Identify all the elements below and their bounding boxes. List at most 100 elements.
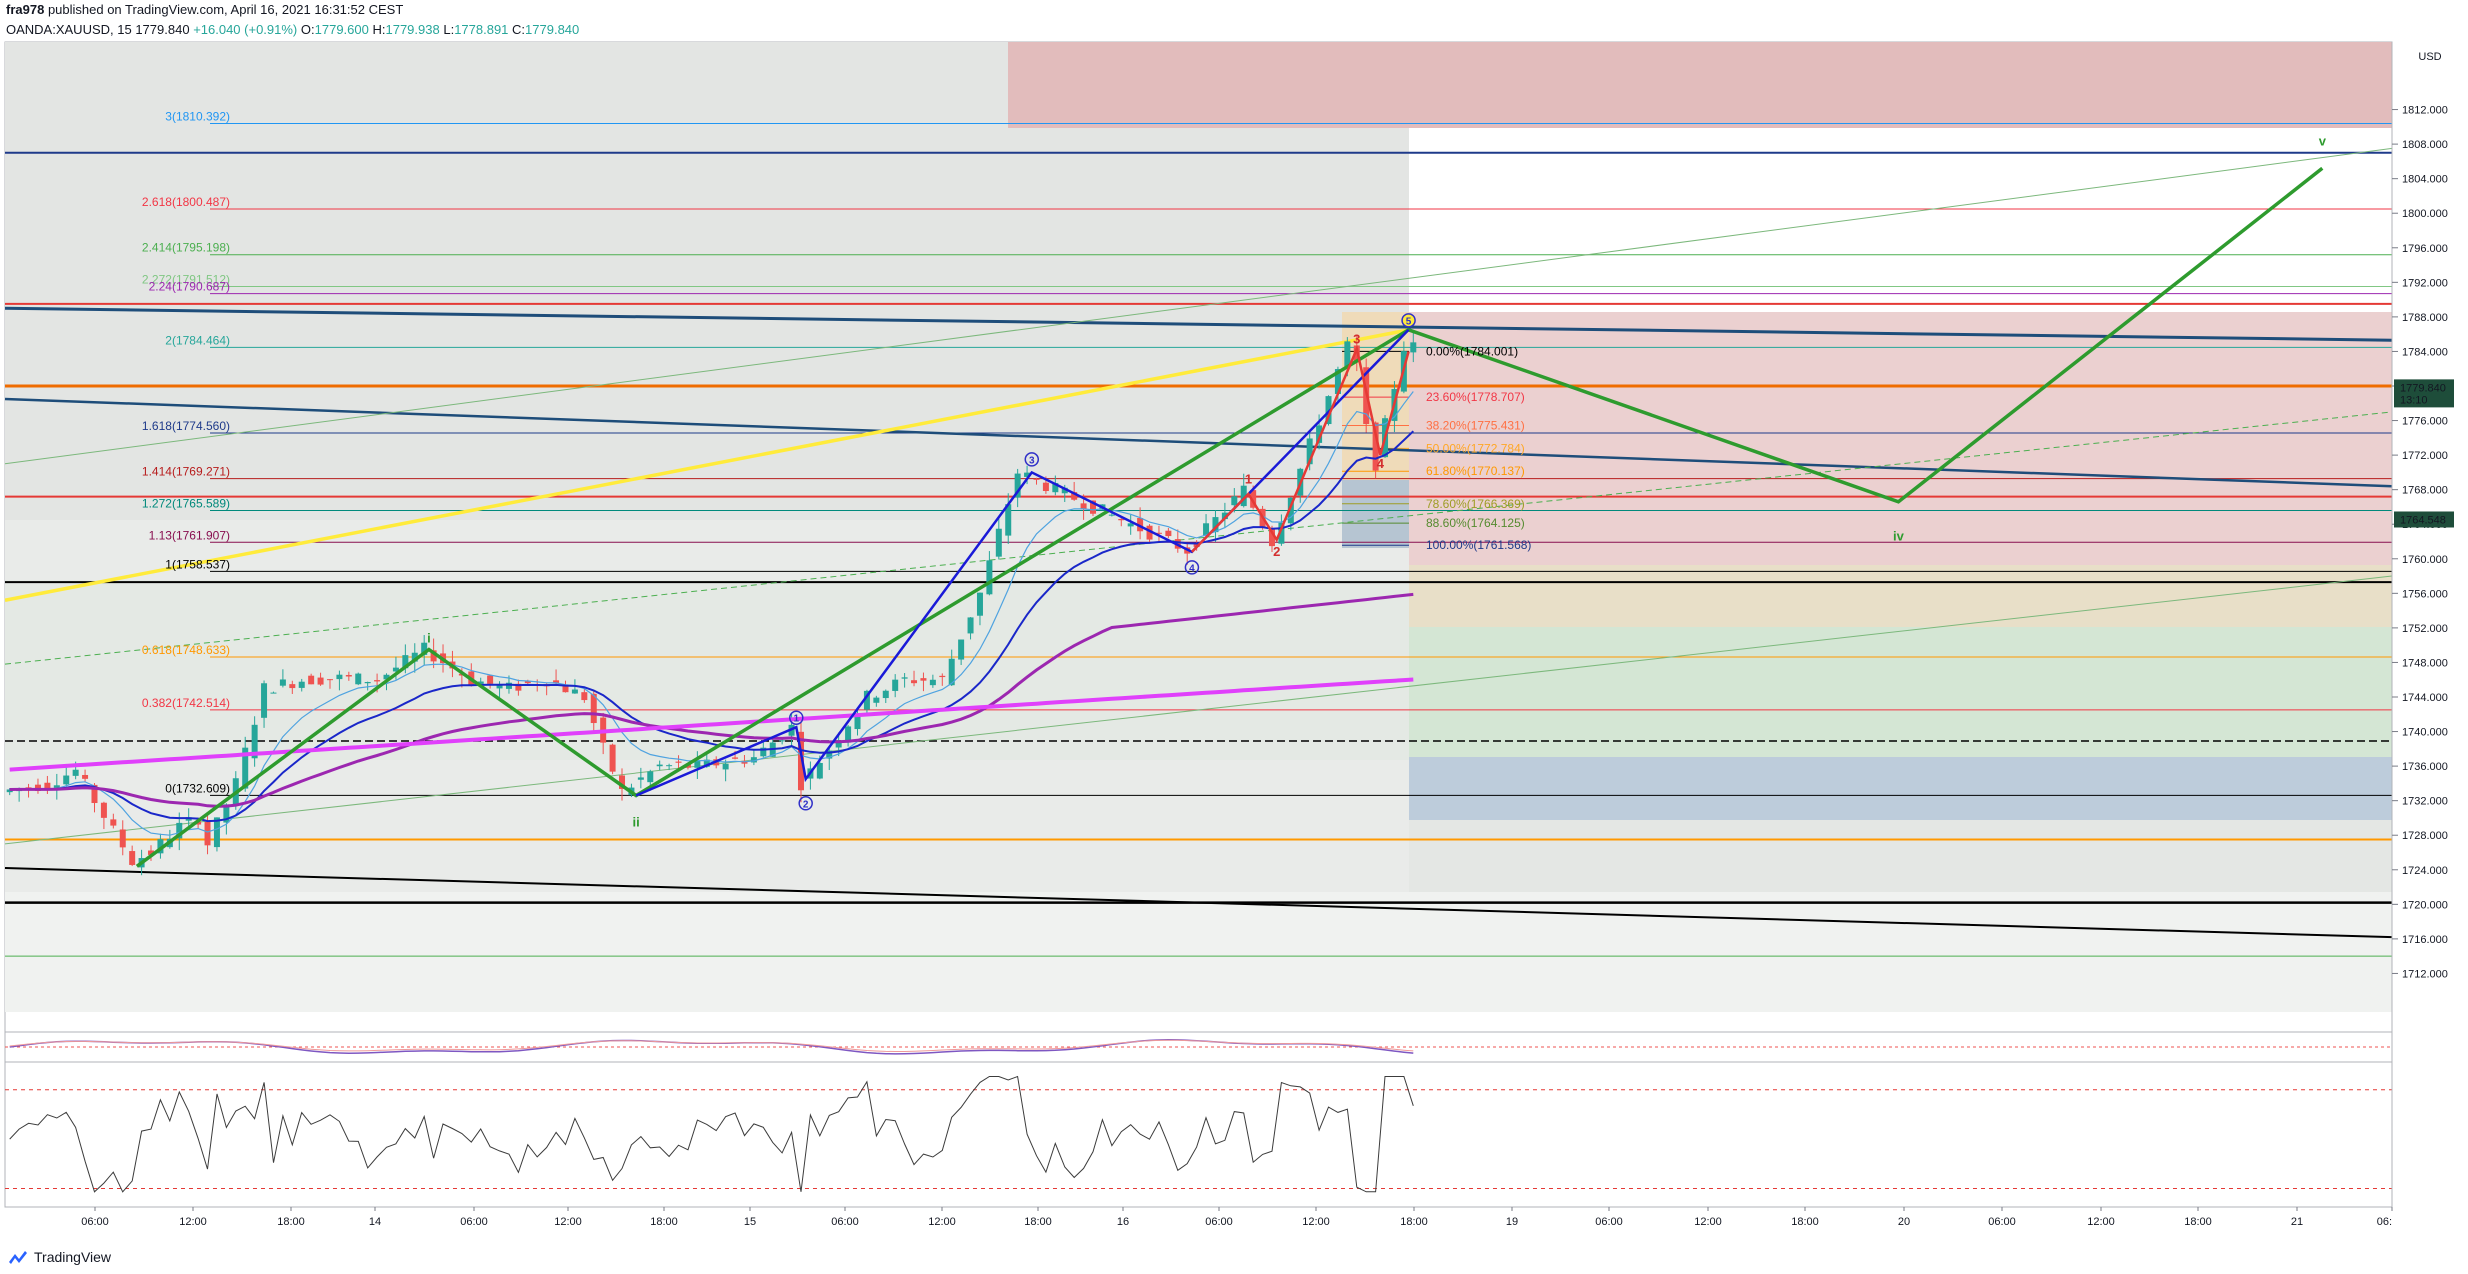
price-chart[interactable]: 3(1810.392) 2.618(1800.487) 2.414(1795.198… [0, 40, 2468, 1240]
candle-body-31 [298, 681, 305, 688]
x-tick-label-11: 16 [1117, 1216, 1129, 1228]
x-tick-label-1: 12:00 [179, 1216, 207, 1228]
candle-body-4 [44, 782, 51, 789]
high-label: H: [372, 22, 386, 37]
candle-body-82 [779, 740, 786, 742]
green-profit-zone [1409, 627, 2392, 757]
y-tick-label-25: 1712.000 [2402, 968, 2448, 980]
low-label: L: [443, 22, 455, 37]
candle-body-32 [308, 675, 315, 685]
close-value: 1779.840 [525, 22, 580, 37]
extension-label-1: 2.618(1800.487) [142, 195, 230, 209]
candle-body-92 [873, 697, 880, 703]
candle-body-149 [1410, 342, 1417, 353]
x-tick-label-23: 21 [2291, 1216, 2303, 1228]
candle-body-27 [261, 683, 268, 718]
footer: TradingView [0, 1240, 2468, 1274]
candle-body-64 [609, 744, 616, 772]
y-tick-label-3: 1800.000 [2402, 208, 2448, 220]
candle-body-76 [722, 763, 729, 770]
y-tick-label-2: 1804.000 [2402, 174, 2448, 186]
chart-header: fra978 published on TradingView.com, Apr… [0, 0, 2468, 40]
extension-label-12: 0.382(1742.514) [142, 696, 230, 710]
retracement-label-5: 78.60%(1766.369) [1426, 497, 1525, 511]
y-tick-label-5: 1792.000 [2402, 277, 2448, 289]
candle-body-101 [958, 639, 965, 660]
candle-body-77 [732, 757, 739, 759]
close-label: C: [512, 22, 526, 37]
candle-body-99 [939, 675, 946, 678]
lower-right-zone [1409, 820, 2392, 892]
brand-name[interactable]: TradingView [34, 1240, 111, 1274]
x-tick-label-13: 12:00 [1302, 1216, 1330, 1228]
y-tick-label-15: 1752.000 [2402, 623, 2448, 635]
retracement-label-6: 88.60%(1764.125) [1426, 516, 1525, 530]
candle-body-34 [326, 679, 333, 681]
candle-body-70 [666, 765, 673, 767]
rsi-pane [4, 1061, 2393, 1208]
candle-body-7 [72, 769, 79, 776]
tradingview-logo-icon[interactable] [8, 1248, 28, 1266]
candle-body-105 [995, 528, 1002, 557]
y-tick-label-9: 1776.000 [2402, 416, 2448, 428]
x-tick-label-5: 12:00 [554, 1216, 582, 1228]
currency-label[interactable]: USD [2418, 51, 2441, 63]
retracement-label-1: 23.60%(1778.707) [1426, 390, 1525, 404]
extension-label-8: 1.272(1765.589) [142, 496, 230, 510]
candle-body-98 [929, 679, 936, 686]
high-value: 1779.938 [385, 22, 440, 37]
candle-body-130 [1231, 496, 1238, 506]
wave-label-1: ii [633, 814, 640, 829]
extension-label-2: 2.414(1795.198) [142, 241, 230, 255]
x-tick-label-14: 18:00 [1400, 1216, 1428, 1228]
x-tick-label-12: 06:00 [1205, 1216, 1233, 1228]
publication-line: fra978 published on TradingView.com, Apr… [6, 0, 403, 20]
x-tick-label-7: 15 [744, 1216, 756, 1228]
x-tick-label-17: 12:00 [1694, 1216, 1722, 1228]
candle-body-38 [364, 681, 371, 684]
candle-body-12 [119, 829, 126, 848]
candle-body-117 [1108, 514, 1115, 516]
candle-body-102 [967, 617, 974, 634]
wave-label-11: 3 [1353, 331, 1360, 346]
x-tick-label-20: 06:00 [1988, 1216, 2016, 1228]
x-tick-label-10: 18:00 [1024, 1216, 1052, 1228]
author-name[interactable]: fra978 [6, 2, 44, 17]
wave-label-3: v [2319, 134, 2327, 149]
retracement-label-4: 61.80%(1770.137) [1426, 464, 1525, 478]
x-tick-label-18: 18:00 [1791, 1216, 1819, 1228]
tan-zone [1409, 565, 2392, 627]
retracement-zone-blue [1342, 480, 1409, 548]
candle-body-110 [1042, 482, 1049, 492]
wave-label-12: 4 [1377, 456, 1385, 471]
candle-body-86 [816, 762, 823, 779]
y-tick-label-13: 1760.000 [2402, 554, 2448, 566]
price-badge-sub-0: 13:10 [2400, 394, 2428, 406]
candle-body-30 [289, 684, 296, 689]
y-tick-label-4: 1796.000 [2402, 243, 2448, 255]
candle-body-8 [82, 774, 89, 779]
candle-body-103 [976, 592, 983, 616]
candle-body-61 [581, 692, 588, 701]
candle-body-13 [129, 851, 136, 865]
x-tick-label-9: 12:00 [928, 1216, 956, 1228]
y-tick-label-6: 1788.000 [2402, 312, 2448, 324]
price-badge-label-0: 1779.840 [2400, 382, 2446, 394]
x-tick-label-22: 18:00 [2184, 1216, 2212, 1228]
candle-body-94 [892, 679, 899, 691]
candle-body-28 [270, 692, 277, 694]
candle-body-35 [336, 674, 343, 680]
symbol-line: OANDA:XAUUSD, 15 1779.840 +16.040 (+0.91… [6, 20, 579, 40]
candle-body-37 [355, 673, 362, 685]
retracement-label-3: 50.00%(1772.784) [1426, 441, 1525, 455]
blue-stop-zone [1409, 757, 2392, 820]
candle-body-22 [213, 817, 220, 848]
wave-label-4: 1 [793, 714, 799, 725]
y-tick-label-21: 1728.000 [2402, 830, 2448, 842]
symbol-name: OANDA:XAUUSD, 15 [6, 22, 132, 37]
x-tick-label-21: 12:00 [2087, 1216, 2115, 1228]
candle-body-109 [1033, 478, 1040, 480]
wave-label-9: 1 [1245, 471, 1252, 486]
y-tick-label-19: 1736.000 [2402, 761, 2448, 773]
short-zone-red [1409, 312, 2392, 565]
